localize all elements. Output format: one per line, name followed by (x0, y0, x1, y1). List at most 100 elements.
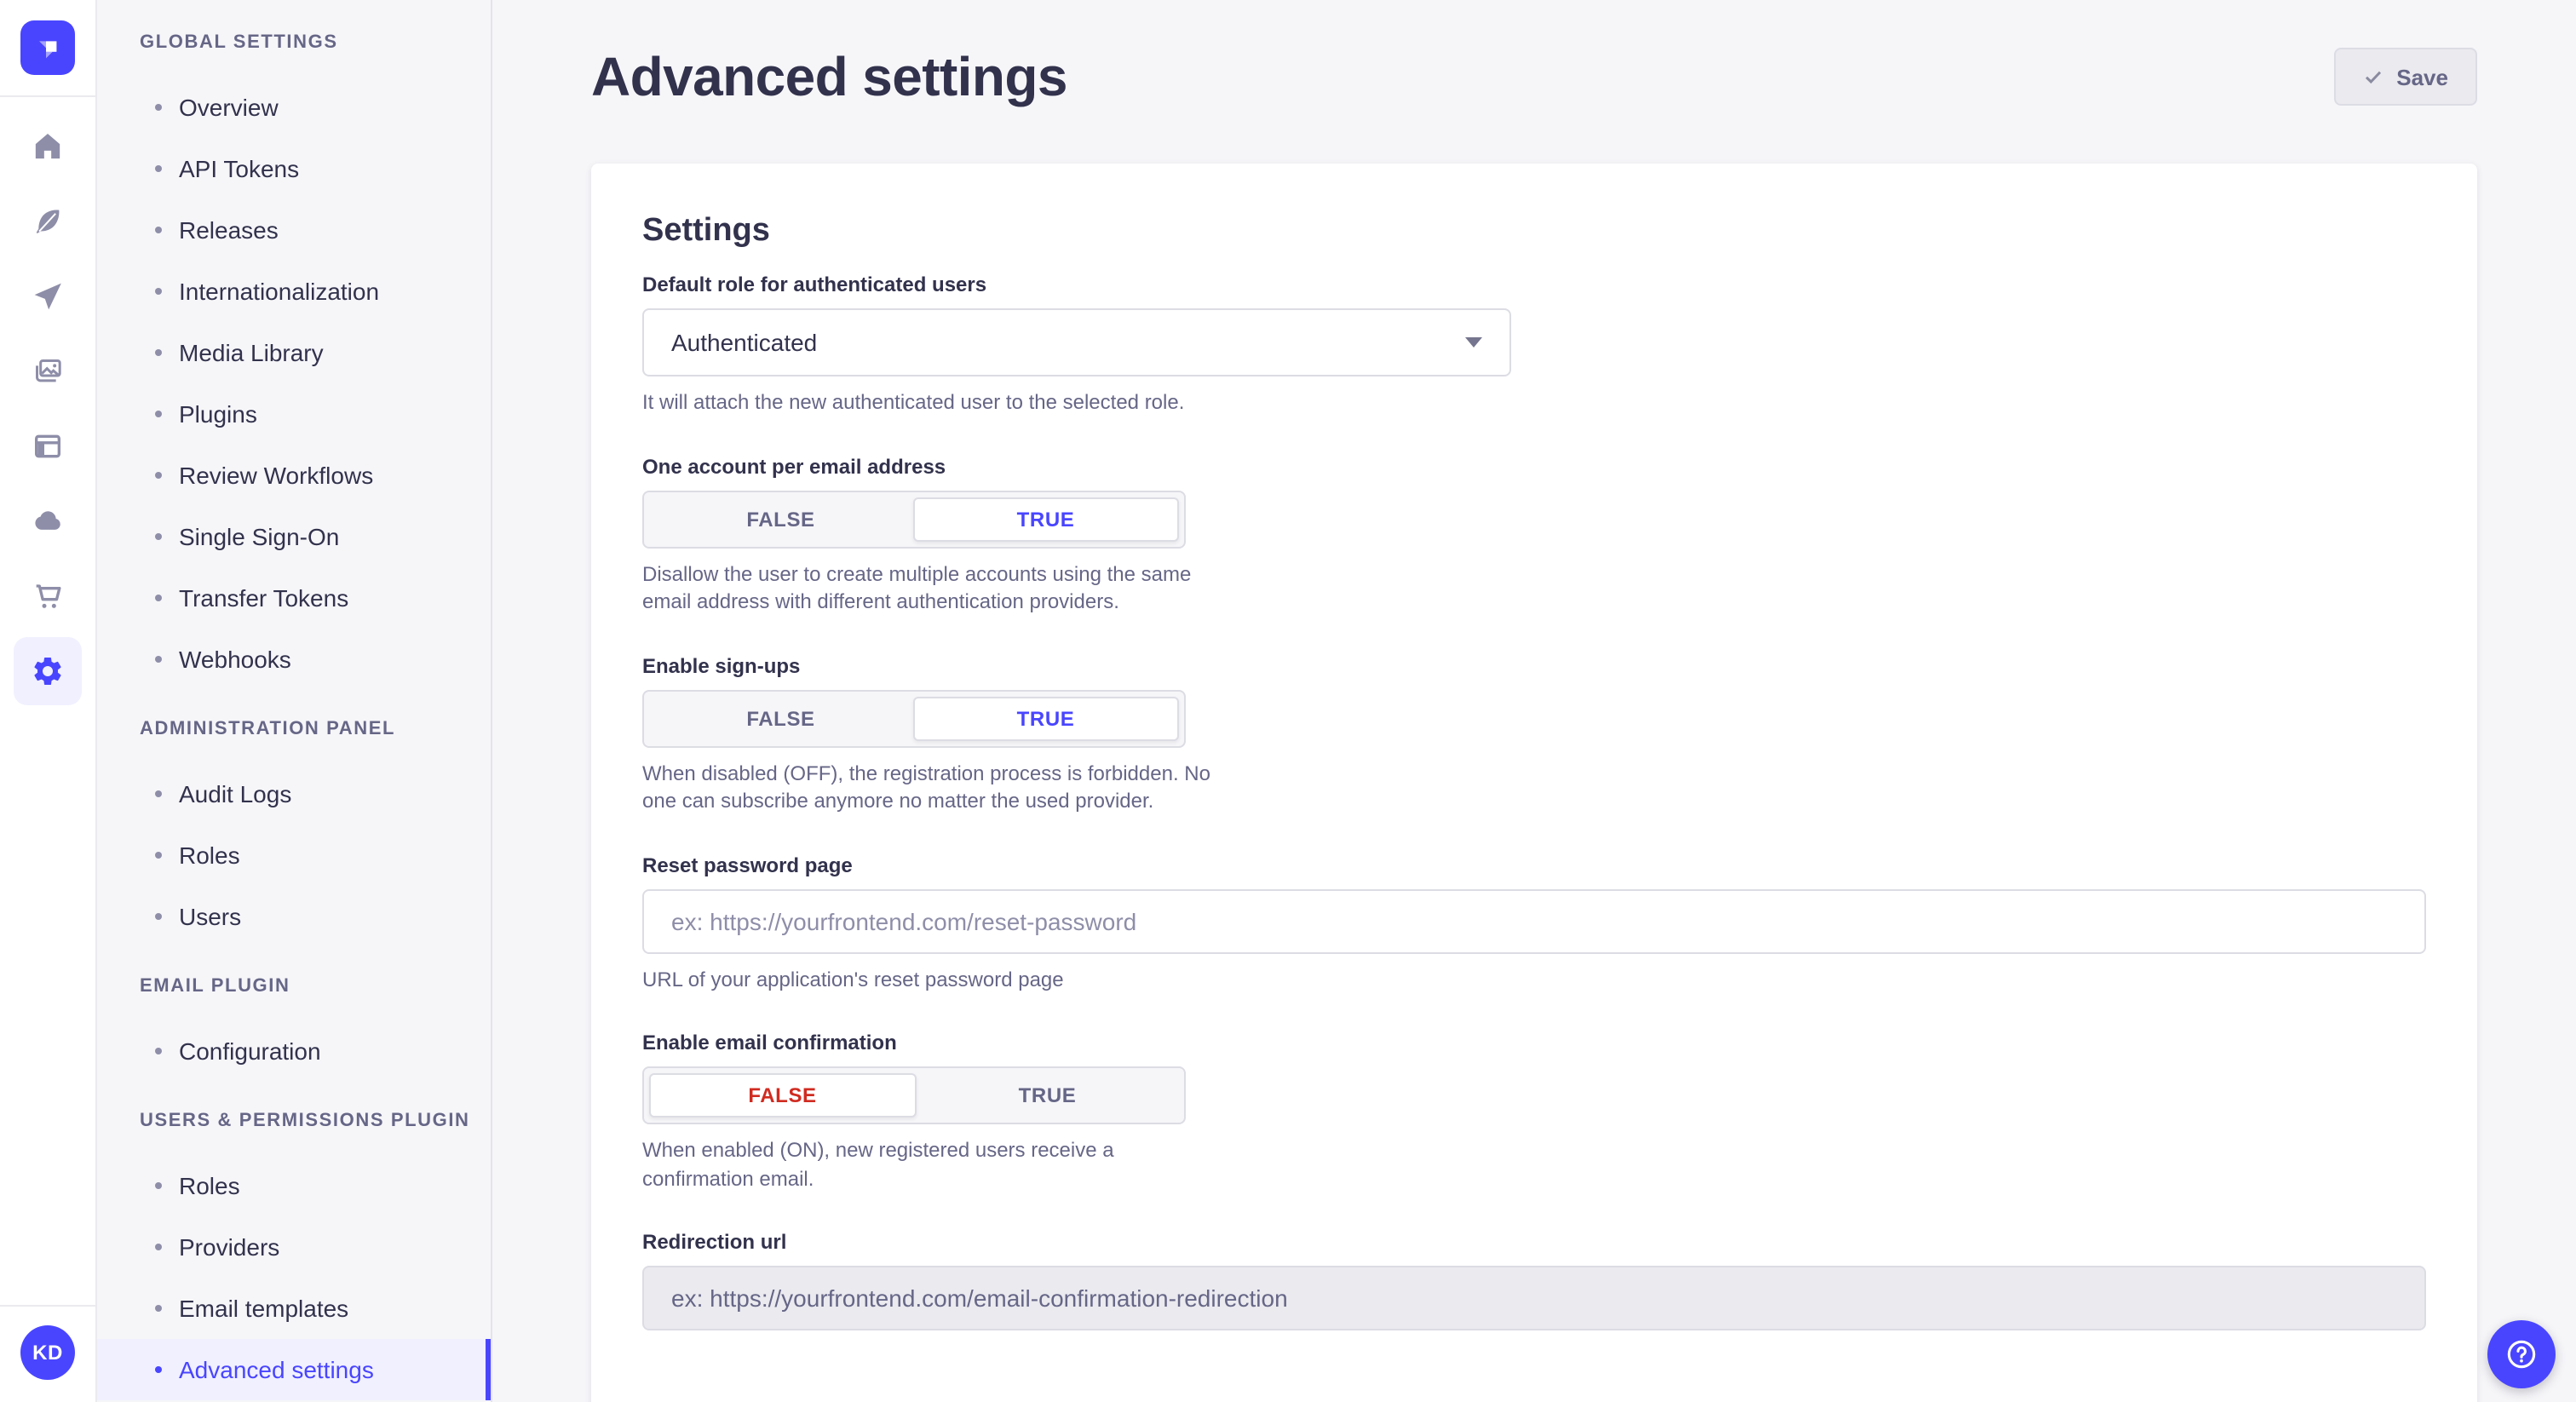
bullet-icon (155, 595, 162, 601)
help-button[interactable] (2487, 1320, 2556, 1388)
settings-card: Settings Default role for authenticated … (591, 164, 2477, 1402)
enable-signups-true-option[interactable]: TRUE (912, 696, 1179, 740)
sidebar-item-label: Overview (179, 95, 279, 119)
bullet-icon (155, 790, 162, 797)
sidebar-item-internationalization[interactable]: Internationalization (97, 261, 491, 322)
sidebar-item-label: Email templates (179, 1296, 348, 1320)
enable-signups-false-option[interactable]: FALSE (649, 696, 912, 740)
check-icon (2362, 66, 2383, 87)
sidebar-item-label: Configuration (179, 1039, 321, 1063)
sidebar-item-label: Users (179, 905, 241, 928)
bullet-icon (155, 288, 162, 295)
email-confirmation-false-option[interactable]: FALSE (649, 1073, 916, 1118)
field-label: One account per email address (642, 454, 2426, 480)
app-window: KD GLOBAL SETTINGS Overview API Tokens Rele… (0, 0, 2576, 1402)
select-value: Authenticated (671, 329, 817, 356)
redirection-url-input[interactable] (642, 1266, 2426, 1330)
field-label: Redirection url (642, 1230, 2426, 1255)
settings-heading: Settings (642, 211, 2426, 252)
sidebar-item-overview[interactable]: Overview (97, 77, 491, 138)
reset-password-input[interactable] (642, 888, 2426, 953)
field-enable-signups: Enable sign-ups FALSE TRUE When disabled… (642, 653, 2426, 815)
save-button-label: Save (2396, 64, 2448, 89)
field-label: Default role for authenticated users (642, 273, 2426, 298)
cloud-icon[interactable] (14, 487, 82, 555)
sidebar-item-label: Review Workflows (179, 463, 373, 487)
page-title: Advanced settings (591, 41, 1067, 112)
paper-plane-icon[interactable] (14, 262, 82, 330)
field-hint: Disallow the user to create multiple acc… (642, 560, 1211, 616)
sidebar-item-api-tokens[interactable]: API Tokens (97, 138, 491, 199)
sidebar-item-label: Webhooks (179, 647, 291, 671)
sidebar-item-advanced-settings[interactable]: Advanced settings (97, 1339, 491, 1400)
cart-icon[interactable] (14, 562, 82, 630)
sidebar-sections: GLOBAL SETTINGS Overview API Tokens Release… (97, 31, 491, 1400)
sidebar-item-providers[interactable]: Providers (97, 1216, 491, 1278)
bullet-icon (155, 533, 162, 540)
field-redirection-url: Redirection url (642, 1230, 2426, 1330)
sidebar-item-label: Internationalization (179, 279, 379, 303)
sidebar-item-label: Releases (179, 218, 279, 242)
save-button[interactable]: Save (2333, 48, 2477, 106)
rail-bottom: KD (0, 1305, 95, 1402)
sidebar-item-roles[interactable]: Roles (97, 825, 491, 886)
sidebar-item-users[interactable]: Users (97, 886, 491, 947)
sidebar-item-label: Roles (179, 1174, 240, 1198)
strapi-logo[interactable] (20, 20, 75, 75)
bullet-icon (155, 1244, 162, 1250)
gear-icon[interactable] (14, 637, 82, 705)
sidebar-item-label: Transfer Tokens (179, 586, 348, 610)
avatar[interactable]: KD (20, 1325, 75, 1380)
sidebar-item-review-workflows[interactable]: Review Workflows (97, 445, 491, 506)
field-hint: URL of your application's reset password… (642, 965, 2426, 993)
sidebar-item-transfer-tokens[interactable]: Transfer Tokens (97, 567, 491, 629)
sidebar-item-configuration[interactable]: Configuration (97, 1020, 491, 1082)
bullet-icon (155, 165, 162, 172)
sidebar-item-media-library[interactable]: Media Library (97, 322, 491, 383)
question-mark-icon (2503, 1336, 2540, 1373)
sidebar-item-label: Audit Logs (179, 782, 291, 806)
sidebar-item-roles[interactable]: Roles (97, 1155, 491, 1216)
page-header: Advanced settings Save (591, 41, 2477, 112)
bullet-icon (155, 852, 162, 859)
sidebar-item-label: Plugins (179, 402, 257, 426)
main-nav-rail: KD (0, 0, 97, 1402)
images-icon[interactable] (14, 337, 82, 405)
sidebar-item-label: Media Library (179, 341, 324, 365)
one-account-true-option[interactable]: TRUE (912, 497, 1179, 541)
sidebar-item-webhooks[interactable]: Webhooks (97, 629, 491, 690)
default-role-select[interactable]: Authenticated (642, 308, 1511, 376)
sidebar-item-label: Providers (179, 1235, 279, 1259)
logo-box (0, 0, 95, 97)
one-account-false-option[interactable]: FALSE (649, 497, 912, 541)
field-reset-password: Reset password page URL of your applicat… (642, 853, 2426, 993)
layout-icon[interactable] (14, 412, 82, 480)
sidebar-item-single-sign-on[interactable]: Single Sign-On (97, 506, 491, 567)
sidebar-item-email-templates[interactable]: Email templates (97, 1278, 491, 1339)
field-hint: When disabled (OFF), the registration pr… (642, 759, 1211, 815)
bullet-icon (155, 349, 162, 356)
sidebar-section-title: USERS & PERMISSIONS PLUGIN (140, 1109, 491, 1135)
email-confirmation-true-option[interactable]: TRUE (916, 1073, 1179, 1118)
sidebar-item-plugins[interactable]: Plugins (97, 383, 491, 445)
field-email-confirmation: Enable email confirmation FALSE TRUE Whe… (642, 1031, 2426, 1192)
bullet-icon (155, 411, 162, 417)
bullet-icon (155, 1366, 162, 1373)
bullet-icon (155, 1182, 162, 1189)
sidebar-item-label: Roles (179, 843, 240, 867)
main-content: Advanced settings Save Settings Default … (492, 0, 2576, 1402)
field-hint: It will attach the new authenticated use… (642, 388, 2426, 417)
enable-signups-toggle: FALSE TRUE (642, 689, 1186, 747)
sidebar-item-audit-logs[interactable]: Audit Logs (97, 763, 491, 825)
sidebar-item-releases[interactable]: Releases (97, 199, 491, 261)
bullet-icon (155, 104, 162, 111)
sidebar-section-title: GLOBAL SETTINGS (140, 31, 491, 56)
sidebar-item-label: API Tokens (179, 157, 299, 181)
sidebar-section-title: ADMINISTRATION PANEL (140, 717, 491, 743)
field-hint: When enabled (ON), new registered users … (642, 1136, 1211, 1192)
bullet-icon (155, 1305, 162, 1312)
home-icon[interactable] (14, 112, 82, 181)
feather-icon[interactable] (14, 187, 82, 256)
settings-sidebar: GLOBAL SETTINGS Overview API Tokens Release… (97, 0, 492, 1402)
sidebar-item-label: Advanced settings (179, 1358, 374, 1382)
